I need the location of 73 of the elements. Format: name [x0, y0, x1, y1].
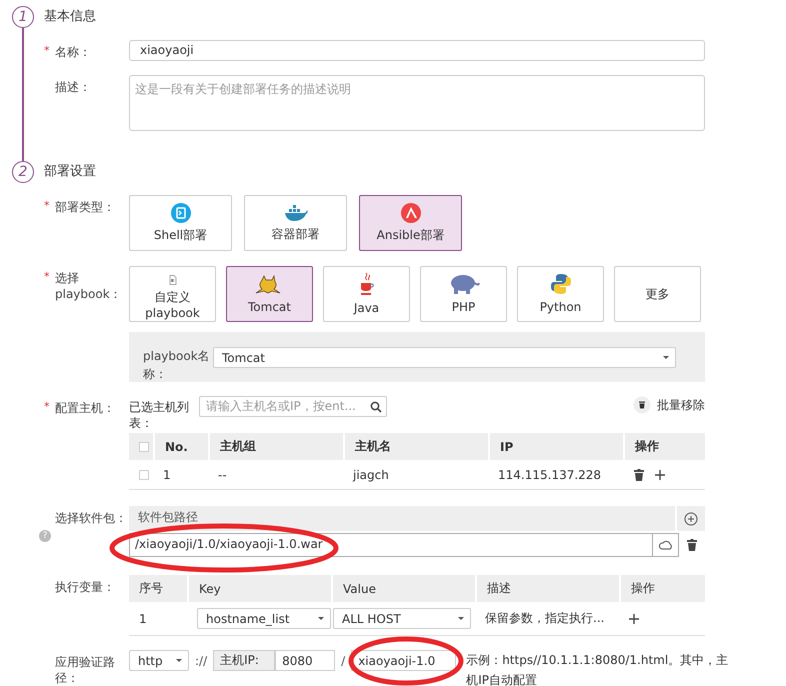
path-field[interactable]: xiaoyaoji-1.0 — [351, 650, 456, 671]
field-label: 部署类型： — [55, 199, 116, 215]
python-icon — [550, 273, 572, 295]
playbook-option[interactable]: Tomcat — [226, 266, 313, 322]
column-header: Value — [331, 575, 475, 602]
trash-icon — [687, 539, 697, 551]
table-cell-text: 114.115.137.228 — [497, 468, 602, 482]
ansible-icon — [400, 203, 420, 223]
column-header: No. — [153, 433, 208, 460]
table-cell-text: jiagch — [352, 468, 390, 482]
add-button[interactable] — [677, 506, 705, 531]
name-field[interactable]: xiaoyaoji — [129, 40, 705, 61]
plus-circle-icon — [684, 512, 698, 526]
column-header: Key — [187, 575, 331, 602]
column-header: IP — [488, 433, 623, 460]
field-label: 配置主机： — [55, 400, 116, 416]
playbook-option[interactable]: 自定义playbook — [129, 266, 216, 322]
table-cell-text: 保留参数，指定执行... — [484, 610, 606, 627]
port-field[interactable]: 8080 — [275, 650, 336, 671]
row-checkbox[interactable] — [139, 470, 149, 480]
trash-icon — [633, 396, 651, 414]
deploy-type-option[interactable]: 容器部署 — [244, 195, 347, 251]
field-label: 应用验证路径： — [55, 654, 116, 686]
terminal-icon — [170, 203, 190, 223]
playbook-option[interactable]: PHP — [420, 266, 507, 322]
column-header: 操作 — [619, 575, 705, 602]
playbook-select[interactable]: Tomcat — [213, 347, 676, 368]
separator-text: :// — [194, 653, 208, 669]
search-icon — [370, 400, 382, 412]
field-label: 执行变量： — [55, 579, 116, 595]
batch-remove-button[interactable]: 批量移除 — [633, 396, 705, 414]
column-header: 主机组 — [208, 433, 343, 460]
required-mark: * — [44, 44, 50, 58]
plus-icon[interactable] — [629, 614, 639, 624]
separator-text: / — [340, 653, 346, 669]
deploy-type-option[interactable]: Ansible部署 — [359, 195, 462, 251]
field-label: 选择 playbook： — [55, 270, 123, 302]
required-mark: * — [44, 270, 50, 284]
plus-icon[interactable] — [655, 470, 665, 480]
cloud-icon — [658, 540, 672, 550]
select-all-checkbox[interactable] — [139, 442, 149, 452]
section-title: 基本信息 — [44, 8, 97, 26]
key-select[interactable]: hostname_list — [197, 608, 331, 629]
column-header: 序号 — [138, 580, 164, 597]
column-header: 主机名 — [343, 433, 488, 460]
required-mark: * — [44, 400, 50, 414]
delete-button[interactable] — [633, 468, 645, 480]
playbook-option[interactable]: 更多 — [614, 266, 701, 322]
host-ip-label: 主机IP: — [213, 650, 276, 671]
value-select[interactable]: ALL HOST — [333, 608, 471, 629]
column-header: 软件包路径 — [129, 506, 675, 531]
field-label: 名称： — [55, 44, 92, 60]
step-number: 1 — [12, 6, 34, 28]
playbook-option[interactable]: Java — [323, 266, 410, 322]
example-text: 示例：https//10.1.1.1:8080/1.html。其中，主机IP自动配置 — [466, 652, 730, 686]
trash-icon — [634, 468, 644, 480]
column-header: 操作 — [623, 433, 705, 460]
package-path-field[interactable]: /xiaoyaoji/1.0/xiaoyaoji-1.0.war — [129, 533, 679, 557]
required-mark: * — [44, 199, 50, 213]
whale-icon — [284, 204, 308, 222]
table-cell-text: -- — [217, 468, 228, 482]
playbook-option[interactable]: Python — [517, 266, 604, 322]
table-cell-text: 1 — [138, 612, 148, 626]
step-number: 2 — [12, 161, 34, 183]
column-header: 描述 — [475, 575, 619, 602]
field-label: 描述： — [55, 79, 92, 95]
table-cell-text: 1 — [162, 468, 172, 482]
field-label: 选择软件包： — [55, 510, 125, 526]
protocol-select[interactable]: http — [129, 650, 189, 671]
deploy-type-option[interactable]: Shell部署 — [129, 195, 232, 251]
section-title: 部署设置 — [44, 163, 97, 181]
field-label: 已选主机列表： — [129, 399, 189, 431]
field-label: playbook名称： — [143, 348, 211, 383]
